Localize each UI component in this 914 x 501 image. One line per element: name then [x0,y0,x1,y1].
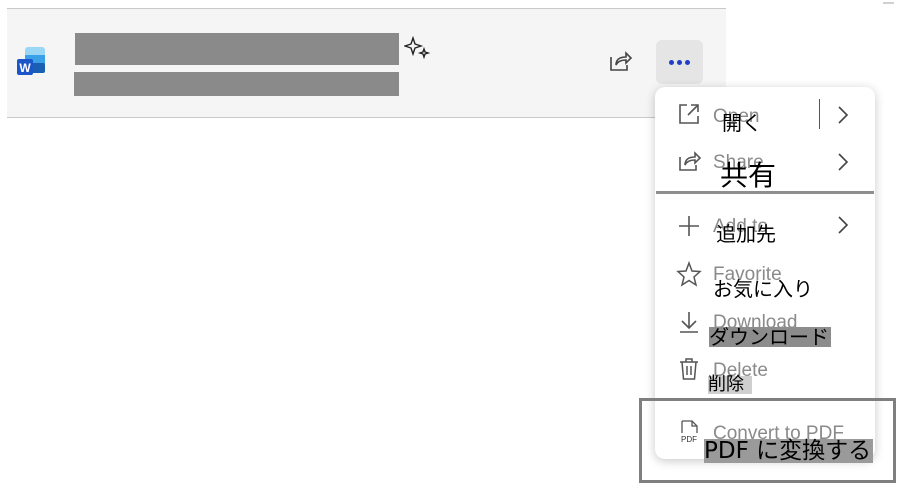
trash-icon [676,356,702,382]
menu-item-convert-to-pdf-ja: PDF に変換する [704,438,874,464]
menu-item-open-ja: 開く [722,111,762,135]
menu-item-add-to-ja: 追加先 [716,222,776,246]
menu-item-download-ja: ダウンロード [709,325,831,349]
pdf-file-icon: PDF [676,418,702,444]
chevron-right-icon[interactable] [836,151,850,173]
share-button[interactable] [604,47,636,75]
sparkle-icon [402,35,431,60]
chevron-right-icon[interactable] [836,214,850,236]
svg-text:W: W [19,61,31,75]
menu-item-share-ja: 共有 [720,159,777,192]
more-horizontal-icon [668,59,692,65]
open-external-icon [676,101,702,127]
share-icon [610,51,633,71]
word-icon: W [17,47,47,79]
more-options-button[interactable] [656,40,703,84]
background-edge [883,2,894,4]
menu-item-favorite-ja: お気に入り [713,277,813,301]
download-icon [676,309,702,335]
split-separator [819,99,820,129]
share-icon [676,148,702,174]
redacted-file-name [75,33,399,65]
chevron-right-icon[interactable] [836,104,850,126]
menu-item-delete-ja: 削除 [708,376,752,394]
svg-text:PDF: PDF [681,435,697,444]
star-icon [676,260,702,287]
redacted-file-details [74,72,399,96]
plus-icon [676,213,702,239]
